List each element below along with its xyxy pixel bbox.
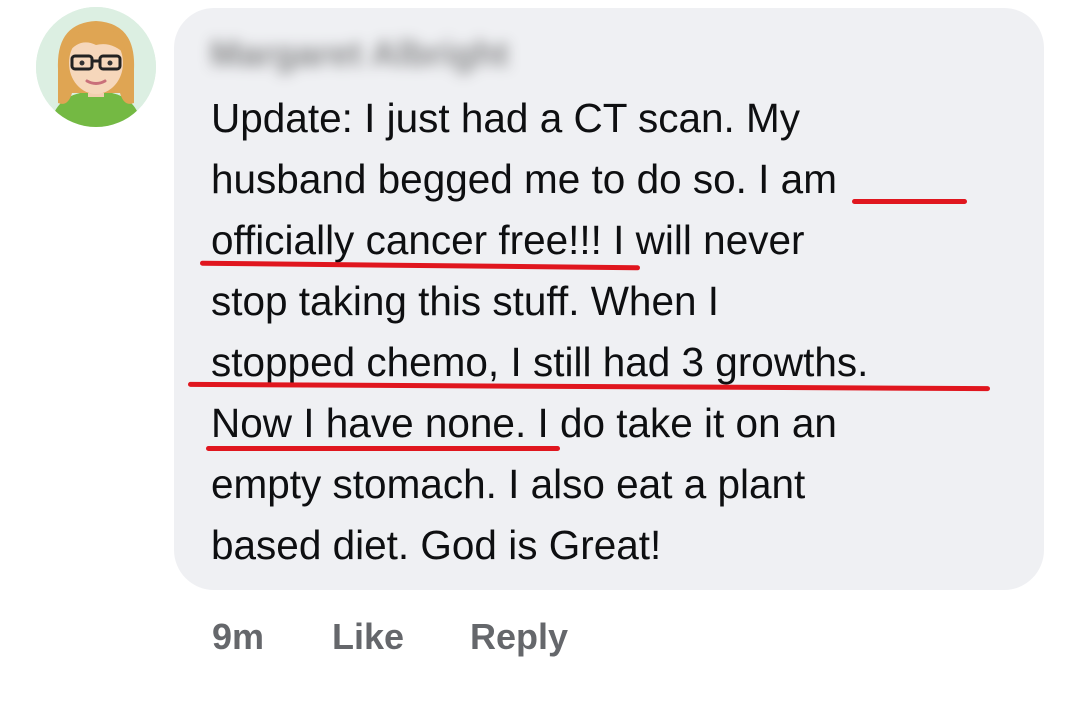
comment-line: stop taking this stuff. When I: [211, 278, 720, 324]
comment: Margaret Albright Update: I just had a C…: [0, 0, 1080, 703]
red-underline-mark: [852, 199, 967, 204]
comment-line: Now I have none. I do take it on an: [211, 400, 837, 446]
comment-line: based diet. God is Great!: [211, 522, 662, 568]
cartoon-woman-avatar-icon: [36, 7, 156, 127]
comment-timestamp[interactable]: 9m: [212, 612, 264, 662]
comment-line: Update: I just had a CT scan. My: [211, 95, 801, 141]
comment-author[interactable]: Margaret Albright: [210, 30, 509, 78]
comment-body: Update: I just had a CT scan. My husband…: [211, 88, 1031, 576]
comment-line: empty stomach. I also eat a plant: [211, 461, 806, 507]
reply-button[interactable]: Reply: [470, 612, 568, 662]
like-button[interactable]: Like: [332, 612, 404, 662]
red-underline-mark: [206, 446, 560, 451]
avatar[interactable]: [36, 7, 156, 127]
